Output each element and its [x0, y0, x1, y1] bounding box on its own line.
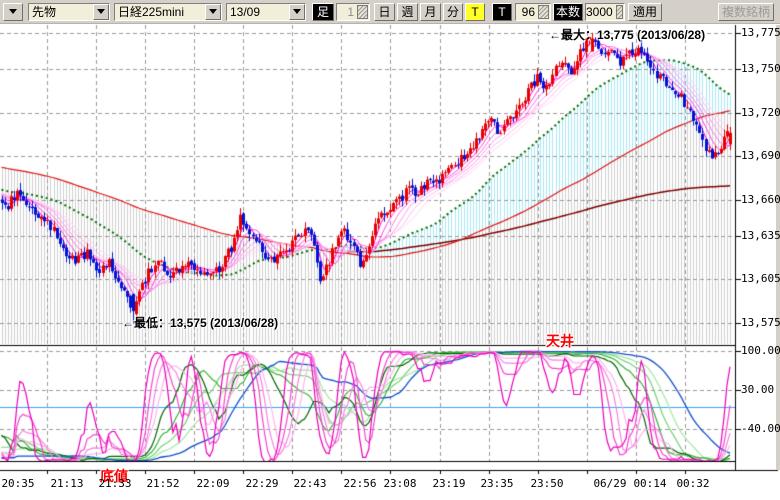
period-minute-button[interactable]: 分 — [443, 3, 463, 21]
symbol-value: 日経225mini — [115, 3, 205, 20]
spinner-icon[interactable] — [357, 5, 368, 19]
price-axis-label: 13,660 — [741, 193, 780, 206]
symbol-select[interactable]: 日経225mini — [114, 3, 222, 21]
honsu-value-field[interactable]: 3000 — [585, 3, 625, 21]
multi-symbol-button[interactable]: 複数銘柄 — [718, 3, 774, 21]
toolbar: 先物 日経225mini 13/09 足 1 日 週 月 分 T T 96 本数… — [0, 0, 780, 24]
chevron-down-icon[interactable] — [93, 4, 109, 20]
time-axis-label: 00:32 — [676, 477, 709, 490]
period-week-button[interactable]: 週 — [397, 3, 418, 21]
time-axis-label: 21:33 — [98, 477, 131, 490]
rci-axis-label: -40.00 — [741, 422, 780, 435]
time-axis-label: 22:29 — [245, 477, 278, 490]
price-axis-label: 13,750 — [741, 62, 780, 75]
time-axis-label: 21:13 — [50, 477, 83, 490]
time-axis-label: 23:50 — [530, 477, 563, 490]
t-value-field[interactable]: 96 — [515, 3, 551, 21]
rci-axis-label: 100.00 — [741, 344, 780, 357]
ashi-button[interactable]: 足 — [312, 3, 334, 21]
max-price-annotation: ←最大：13,775 (2013/06/28) — [549, 26, 705, 43]
honsu-button[interactable]: 本数 — [553, 3, 583, 21]
contract-value: 13/09 — [227, 5, 289, 19]
min-price-annotation: ←最低：13,575 (2013/06/28) — [122, 314, 278, 331]
spinner-icon[interactable] — [538, 5, 549, 19]
time-axis-label: 23:08 — [383, 477, 416, 490]
tick-toggle-button[interactable]: T — [465, 3, 485, 21]
t-button[interactable]: T — [492, 3, 512, 21]
time-axis-label: 23:35 — [480, 477, 513, 490]
nav-dropdown-button[interactable] — [3, 3, 23, 21]
chevron-down-icon[interactable] — [205, 4, 221, 20]
category-value: 先物 — [29, 3, 93, 20]
rci-axis-label: 30.00 — [741, 383, 774, 396]
right-edge-strip — [776, 25, 780, 470]
chart-window: ←最大：13,775 (2013/06/28) ←最低：13,575 (2013… — [0, 0, 780, 500]
time-axis-label: 22:09 — [196, 477, 229, 490]
spinner-icon[interactable] — [616, 5, 623, 19]
interval-value: 1 — [337, 5, 356, 19]
time-axis-label: 22:56 — [343, 477, 376, 490]
price-axis-label: 13,690 — [741, 149, 780, 162]
chevron-down-icon[interactable] — [289, 4, 305, 20]
time-axis-label: 22:43 — [293, 477, 326, 490]
chart-area: ←最大：13,775 (2013/06/28) ←最低：13,575 (2013… — [0, 0, 780, 500]
apply-button[interactable]: 適用 — [628, 3, 662, 21]
chart-canvas[interactable] — [0, 0, 780, 500]
time-axis-label: 06/29 — [593, 477, 626, 490]
interval-field[interactable]: 1 — [336, 3, 370, 21]
contract-month-select[interactable]: 13/09 — [226, 3, 306, 21]
price-axis-label: 13,575 — [741, 316, 780, 329]
period-month-button[interactable]: 月 — [420, 3, 441, 21]
price-axis-label: 13,775 — [741, 26, 780, 39]
price-axis-label: 13,635 — [741, 229, 780, 242]
chevron-down-icon — [9, 9, 17, 14]
time-axis-label: 23:19 — [432, 477, 465, 490]
honsu-value: 3000 — [586, 5, 615, 19]
time-axis-label: 00:14 — [633, 477, 666, 490]
price-axis-label: 13,720 — [741, 106, 780, 119]
time-axis-label: 20:35 — [1, 477, 34, 490]
category-select[interactable]: 先物 — [28, 3, 110, 21]
period-day-button[interactable]: 日 — [374, 3, 395, 21]
t-value: 96 — [516, 5, 537, 19]
price-axis-label: 13,605 — [741, 272, 780, 285]
time-axis-label: 21:52 — [146, 477, 179, 490]
ceiling-annotation: 天井 — [546, 331, 574, 351]
